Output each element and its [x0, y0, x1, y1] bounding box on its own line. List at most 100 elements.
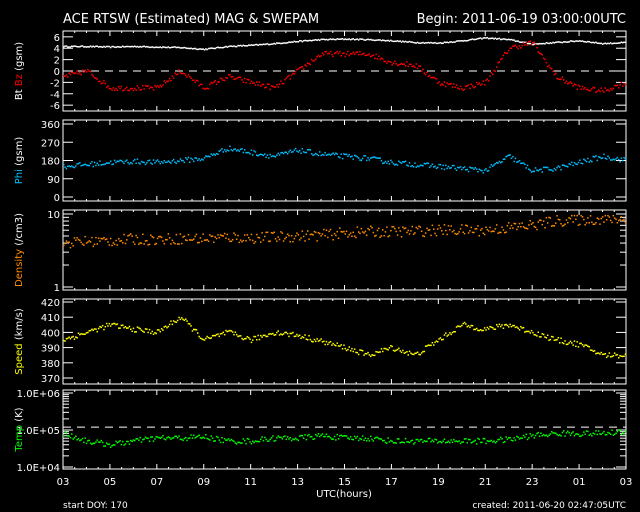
- data-point: [311, 153, 313, 155]
- data-point: [609, 87, 612, 90]
- data-point: [194, 157, 196, 159]
- data-point: [282, 333, 285, 335]
- data-point: [530, 43, 533, 46]
- data-point: [127, 161, 129, 164]
- data-point: [556, 433, 558, 436]
- data-point: [399, 350, 401, 352]
- data-point: [311, 233, 313, 235]
- data-point: [516, 228, 518, 231]
- data-point: [560, 41, 562, 44]
- data-point: [327, 53, 329, 55]
- data-point: [175, 321, 178, 323]
- data-point: [533, 225, 535, 228]
- data-point: [324, 435, 326, 438]
- data-point: [528, 42, 530, 45]
- data-point: [198, 48, 200, 50]
- data-point: [333, 344, 336, 346]
- data-point: [128, 234, 131, 236]
- data-point: [580, 40, 582, 42]
- data-point: [470, 442, 472, 444]
- y-axis-label-part: Bz: [14, 74, 25, 89]
- data-point: [131, 440, 133, 443]
- data-point: [282, 240, 285, 242]
- data-point: [356, 51, 359, 53]
- data-point: [72, 72, 74, 74]
- data-point: [69, 166, 72, 168]
- data-point: [229, 240, 231, 242]
- data-point: [84, 437, 86, 439]
- data-point: [269, 88, 271, 91]
- data-point: [344, 233, 346, 235]
- data-point: [575, 40, 577, 42]
- data-point: [76, 237, 78, 239]
- data-point: [576, 214, 578, 217]
- data-point: [584, 86, 586, 89]
- data-point: [584, 224, 586, 226]
- data-point: [605, 158, 608, 160]
- data-point: [252, 82, 254, 84]
- data-point: [91, 443, 93, 445]
- data-point: [89, 241, 92, 243]
- data-point: [111, 244, 113, 247]
- data-point: [604, 214, 607, 217]
- data-point: [302, 68, 305, 70]
- data-point: [400, 351, 403, 354]
- data-point: [465, 323, 467, 325]
- data-point: [111, 445, 113, 447]
- data-point: [87, 164, 89, 167]
- data-point: [323, 228, 325, 231]
- data-point: [620, 81, 623, 84]
- data-point: [516, 435, 518, 438]
- data-point: [329, 50, 332, 53]
- data-point: [164, 438, 167, 441]
- y-tick-label: -2: [50, 78, 60, 89]
- data-point: [103, 80, 105, 82]
- data-point: [577, 224, 580, 226]
- data-point: [368, 53, 371, 55]
- data-point: [356, 226, 359, 228]
- data-point: [123, 326, 125, 329]
- data-point: [599, 433, 601, 435]
- data-point: [374, 39, 376, 42]
- data-point: [197, 241, 199, 244]
- data-point: [182, 439, 184, 442]
- data-point: [454, 86, 456, 88]
- data-point: [378, 157, 380, 159]
- data-point: [477, 171, 479, 173]
- data-point: [273, 334, 275, 336]
- data-point: [435, 439, 438, 441]
- data-point: [435, 340, 438, 342]
- data-point: [201, 240, 203, 243]
- data-point: [453, 331, 455, 333]
- data-point: [387, 39, 389, 42]
- data-point: [252, 154, 254, 156]
- data-point: [445, 164, 447, 167]
- data-point: [329, 154, 332, 156]
- data-point: [332, 38, 334, 40]
- data-point: [65, 337, 68, 340]
- data-point: [186, 76, 188, 78]
- data-point: [300, 40, 302, 42]
- data-point: [512, 440, 514, 442]
- data-point: [172, 77, 175, 79]
- data-point: [84, 235, 86, 238]
- data-point: [289, 437, 291, 439]
- data-point: [317, 232, 320, 234]
- data-point: [504, 52, 506, 54]
- data-point: [528, 41, 530, 43]
- data-point: [514, 223, 517, 225]
- data-point: [446, 41, 448, 43]
- data-point: [611, 355, 613, 358]
- data-point: [83, 244, 85, 246]
- data-point: [105, 45, 108, 48]
- data-point: [140, 88, 143, 91]
- data-point: [573, 40, 576, 43]
- data-point: [442, 84, 444, 86]
- data-point: [183, 161, 186, 164]
- data-point: [280, 436, 282, 439]
- data-point: [175, 74, 178, 76]
- data-point: [396, 40, 399, 42]
- data-point: [361, 157, 364, 160]
- data-point: [198, 335, 200, 338]
- data-point: [237, 335, 239, 338]
